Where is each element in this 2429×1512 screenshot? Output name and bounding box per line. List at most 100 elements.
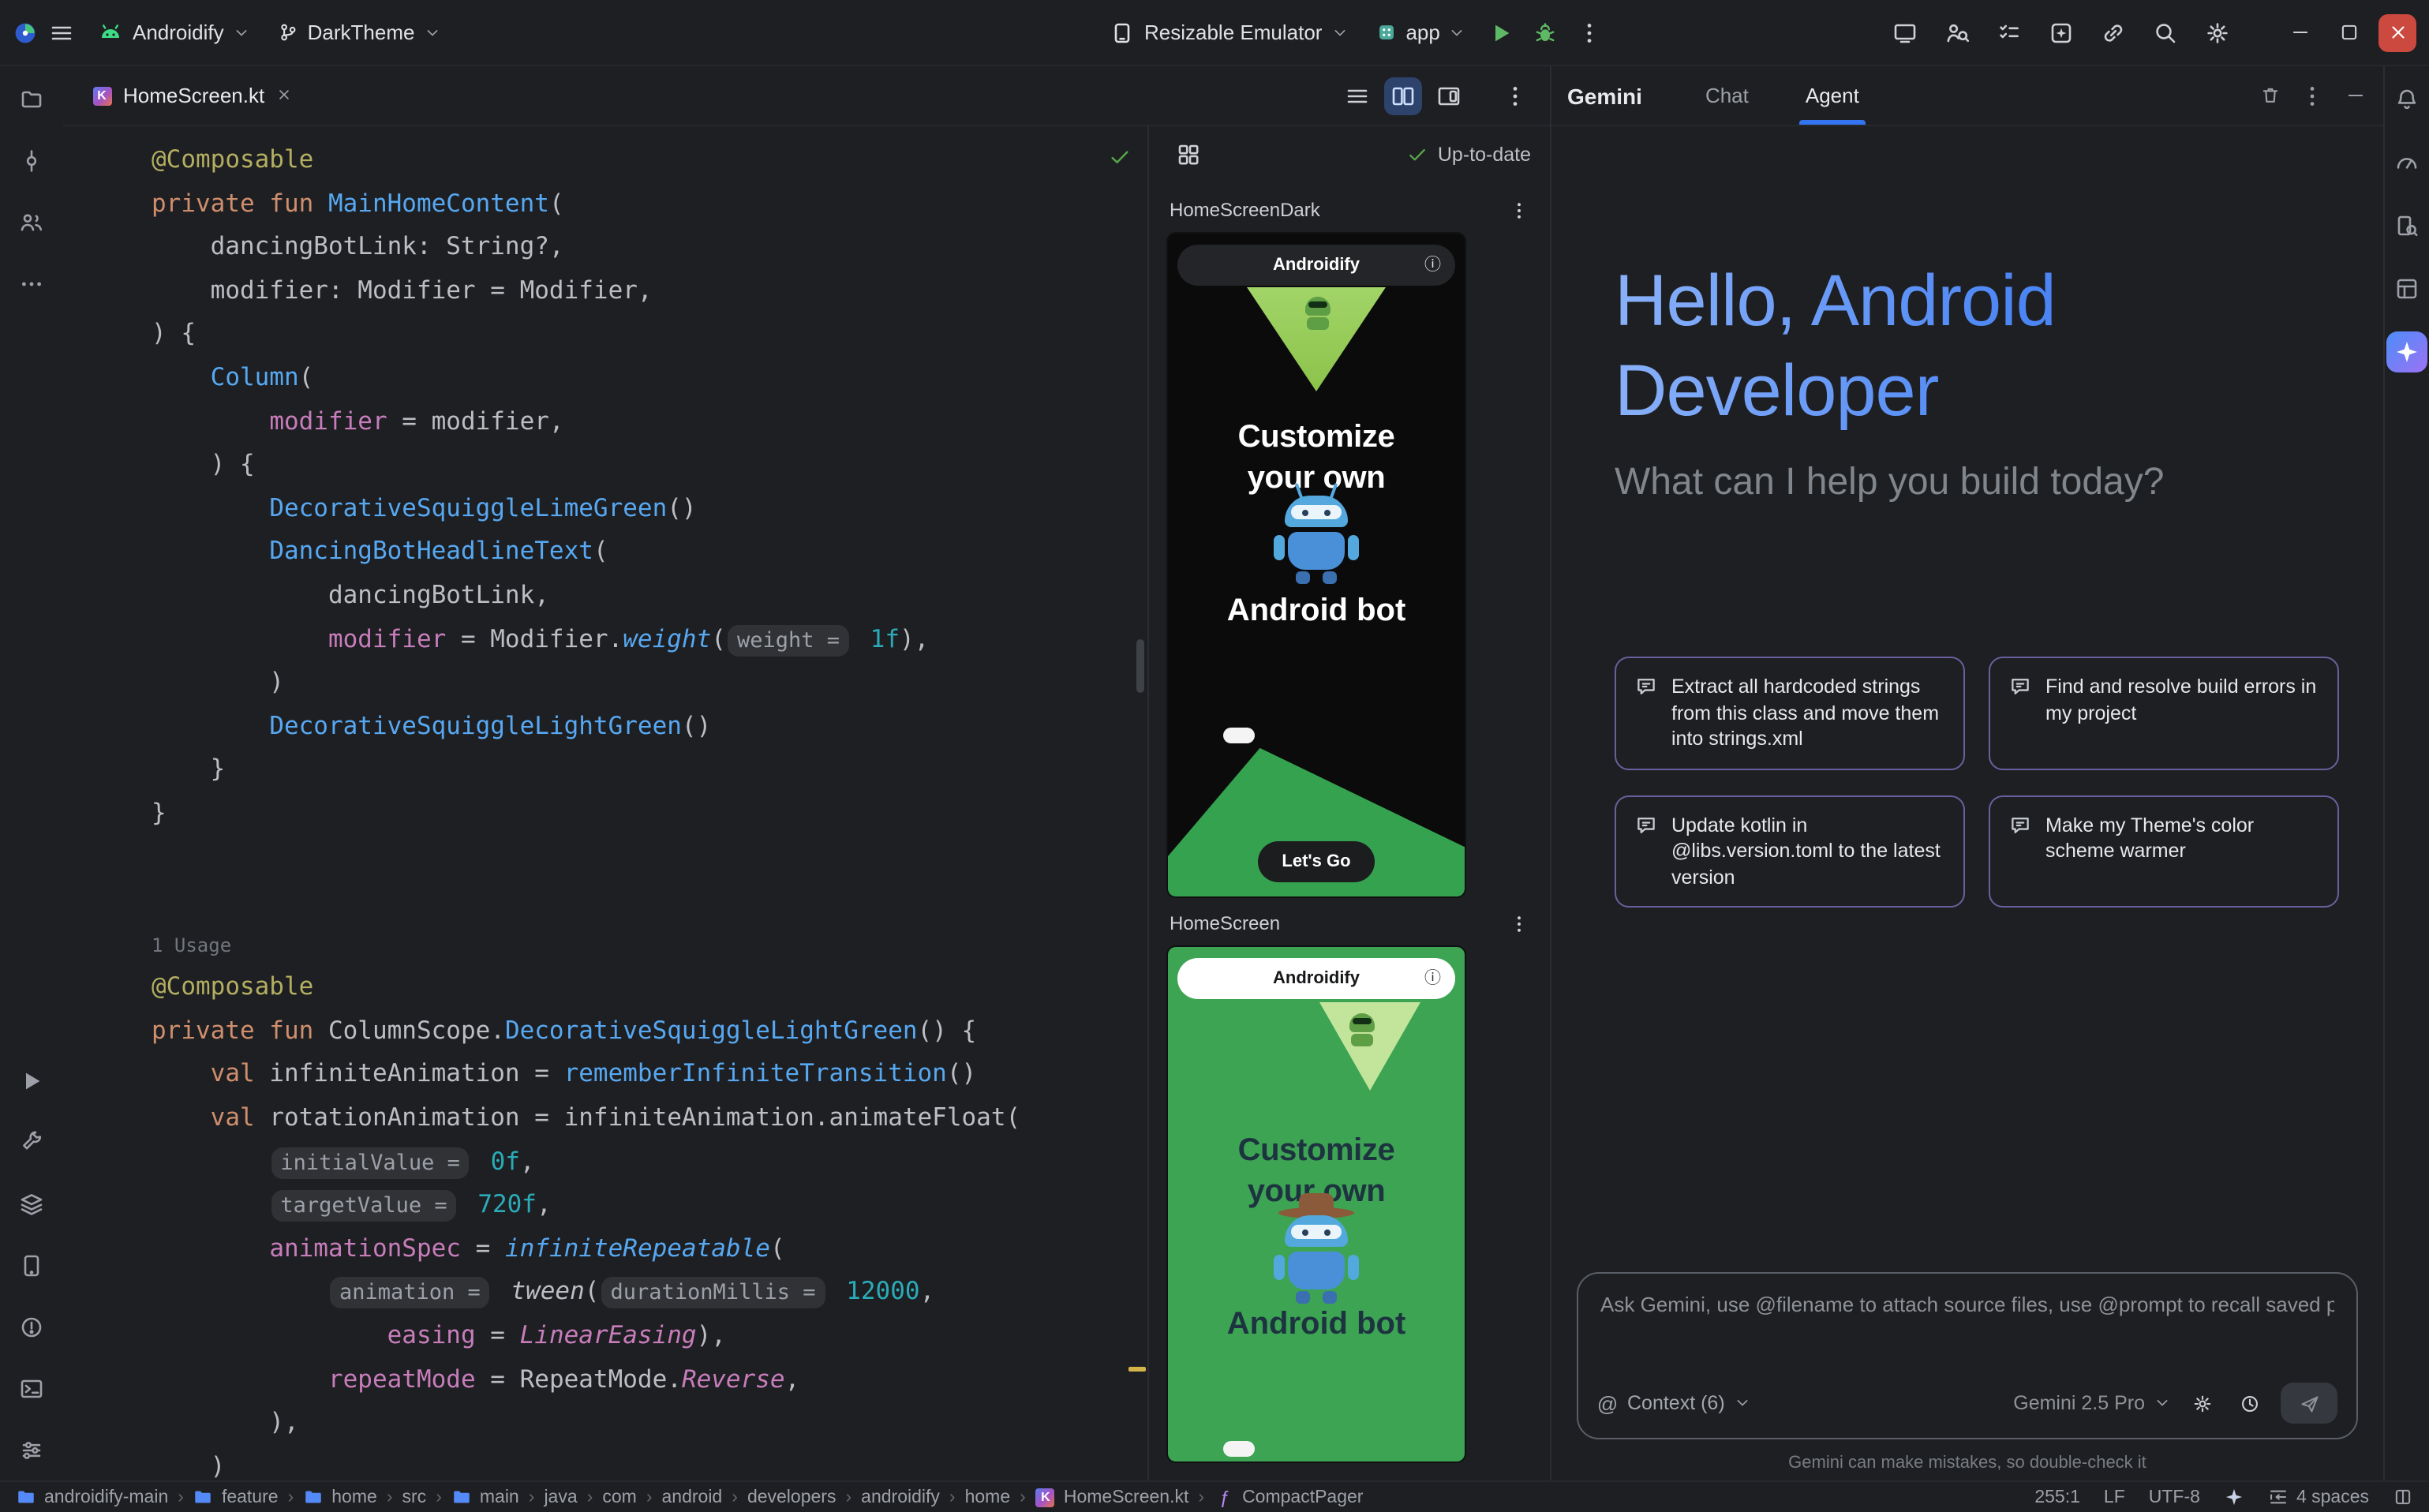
caret-position[interactable]: 255:1 <box>2034 1488 2080 1506</box>
code-line[interactable]: DecorativeSquiggleLightGreen() <box>152 705 1147 748</box>
close-window-button[interactable] <box>2378 13 2416 51</box>
code-line[interactable]: animation = tween(durationMillis = 12000… <box>152 1271 1147 1315</box>
code-line[interactable]: modifier = Modifier.weight(weight = 1f), <box>152 618 1147 661</box>
code-line[interactable]: targetValue = 720f, <box>152 1185 1147 1228</box>
preview-homescreen[interactable]: Androidify ⓘ Customize your own <box>1168 947 1465 1461</box>
send-button[interactable] <box>2281 1383 2337 1424</box>
breadcrumb-item[interactable]: home <box>965 1488 1011 1506</box>
code-line[interactable]: initialValue = 0f, <box>152 1140 1147 1184</box>
code-line[interactable]: ), <box>152 1402 1147 1445</box>
breadcrumb-item[interactable]: home <box>303 1487 377 1507</box>
code-line[interactable]: 1 Usage <box>152 923 1147 966</box>
split-view-button[interactable] <box>1384 77 1422 114</box>
code-line[interactable]: @Composable <box>152 967 1147 1010</box>
code-editor[interactable]: @Composableprivate fun MainHomeContent( … <box>63 126 1147 1480</box>
breadcrumb-item[interactable]: android <box>662 1488 723 1506</box>
editor-tab-homescreen[interactable]: K HomeScreen.kt <box>76 66 307 125</box>
code-line[interactable]: @Composable <box>152 139 1147 182</box>
ai-status-button[interactable] <box>2224 1487 2244 1507</box>
code-line[interactable]: DecorativeSquiggleLimeGreen() <box>152 488 1147 531</box>
project-tool-button[interactable] <box>11 79 52 120</box>
breadcrumb-item[interactable]: ƒCompactPager <box>1214 1487 1363 1507</box>
code-line[interactable]: Column( <box>152 357 1147 400</box>
inspections-ok-icon[interactable] <box>1108 145 1132 169</box>
settings-sync-tool-button[interactable] <box>11 1430 52 1471</box>
code-line[interactable] <box>152 836 1147 879</box>
context-selector[interactable]: @ Context (6) <box>1597 1392 1750 1414</box>
model-selector[interactable]: Gemini 2.5 Pro <box>2013 1392 2170 1414</box>
code-line[interactable]: private fun MainHomeContent( <box>152 182 1147 226</box>
breadcrumb-item[interactable]: main <box>451 1487 519 1507</box>
gemini-prompt-box[interactable]: @ Context (6) Gemini 2.5 Pro <box>1577 1272 2358 1439</box>
logcat-button[interactable] <box>1989 12 2030 53</box>
code-line[interactable]: modifier = modifier, <box>152 400 1147 443</box>
layout-inspector-tool-button[interactable] <box>2386 268 2427 309</box>
suggestion-card-extract-strings[interactable]: Extract all hardcoded strings from this … <box>1615 657 1965 769</box>
preview-layout-button[interactable] <box>1168 134 1209 175</box>
code-line[interactable]: ) <box>152 1446 1147 1480</box>
indent-setting[interactable]: 4 spaces <box>2268 1487 2369 1507</box>
pull-requests-tool-button[interactable] <box>11 202 52 243</box>
run-tool-button[interactable] <box>11 1061 52 1102</box>
editor-scrollbar[interactable] <box>1136 639 1144 693</box>
code-line[interactable]: ) { <box>152 443 1147 487</box>
build-tool-button[interactable] <box>11 1122 52 1163</box>
code-view-button[interactable] <box>1338 77 1376 114</box>
gemini-options-button[interactable] <box>2293 77 2331 114</box>
run-button[interactable] <box>1481 12 1522 53</box>
code-line[interactable]: dancingBotLink, <box>152 574 1147 618</box>
run-configuration-selector[interactable]: app <box>1363 14 1477 51</box>
debug-button[interactable] <box>1525 12 1566 53</box>
suggestion-card-build-errors[interactable]: Find and resolve build errors in my proj… <box>1989 657 2339 769</box>
problems-tool-button[interactable] <box>11 1307 52 1348</box>
gemini-input[interactable] <box>1600 1293 2334 1316</box>
code-line[interactable] <box>152 879 1147 923</box>
suggestion-card-update-kotlin[interactable]: Update kotlin in @libs.version.toml to t… <box>1615 795 1965 908</box>
reader-mode-button[interactable] <box>2393 1487 2413 1507</box>
device-selector[interactable]: Resizable Emulator <box>1097 13 1360 51</box>
preview-options-button[interactable] <box>1503 194 1534 226</box>
code-line[interactable]: ) { <box>152 313 1147 357</box>
project-selector[interactable]: Androidify <box>85 13 262 51</box>
main-menu-button[interactable] <box>41 12 82 53</box>
code-line[interactable]: } <box>152 749 1147 792</box>
breadcrumb-item[interactable]: feature <box>193 1487 279 1507</box>
notifications-button[interactable] <box>2386 79 2427 120</box>
more-tool-windows-button[interactable] <box>11 264 52 305</box>
device-mirroring-button[interactable] <box>1884 12 1926 53</box>
clear-chat-button[interactable] <box>2251 77 2289 114</box>
settings-button[interactable] <box>2197 12 2238 53</box>
code-line[interactable]: animationSpec = infiniteRepeatable( <box>152 1228 1147 1271</box>
close-tab-button[interactable] <box>275 84 291 107</box>
breadcrumb-item[interactable]: java <box>544 1488 577 1506</box>
breadcrumb-item[interactable]: src <box>402 1488 427 1506</box>
profiler-tool-button[interactable] <box>2386 142 2427 183</box>
gemini-tool-button[interactable] <box>2386 331 2427 372</box>
breadcrumb-item[interactable]: androidify-main <box>16 1487 168 1507</box>
prompt-history-button[interactable] <box>2233 1387 2265 1419</box>
prompt-settings-button[interactable] <box>2186 1387 2218 1419</box>
commit-tool-button[interactable] <box>11 140 52 182</box>
maximize-window-button[interactable] <box>2330 13 2367 51</box>
terminal-tool-button[interactable] <box>11 1368 52 1409</box>
code-line[interactable]: ) <box>152 661 1147 705</box>
warning-stripe-mark[interactable] <box>1128 1367 1146 1372</box>
build-variants-tool-button[interactable] <box>11 1184 52 1225</box>
studio-bot-button[interactable] <box>2041 12 2082 53</box>
suggestion-card-theme-warmer[interactable]: Make my Theme's color scheme warmer <box>1989 795 2339 908</box>
editor-options-button[interactable] <box>1496 77 1534 114</box>
breadcrumb-item[interactable]: KHomeScreen.kt <box>1035 1487 1189 1507</box>
code-line[interactable]: modifier: Modifier = Modifier, <box>152 270 1147 313</box>
branch-selector[interactable]: DarkTheme <box>265 14 453 51</box>
code-line[interactable]: val infiniteAnimation = rememberInfinite… <box>152 1054 1147 1097</box>
search-everywhere-button[interactable] <box>2145 12 2186 53</box>
file-encoding[interactable]: UTF-8 <box>2149 1488 2200 1506</box>
code-line[interactable]: } <box>152 792 1147 836</box>
tab-chat[interactable]: Chat <box>1699 66 1755 125</box>
minimize-window-button[interactable] <box>2281 13 2319 51</box>
hide-panel-button[interactable] <box>2336 77 2374 114</box>
tab-agent[interactable]: Agent <box>1799 66 1866 125</box>
breadcrumb-item[interactable]: com <box>602 1488 636 1506</box>
profile-app-button[interactable] <box>1937 12 1978 53</box>
code-line[interactable]: repeatMode = RepeatMode.Reverse, <box>152 1358 1147 1402</box>
